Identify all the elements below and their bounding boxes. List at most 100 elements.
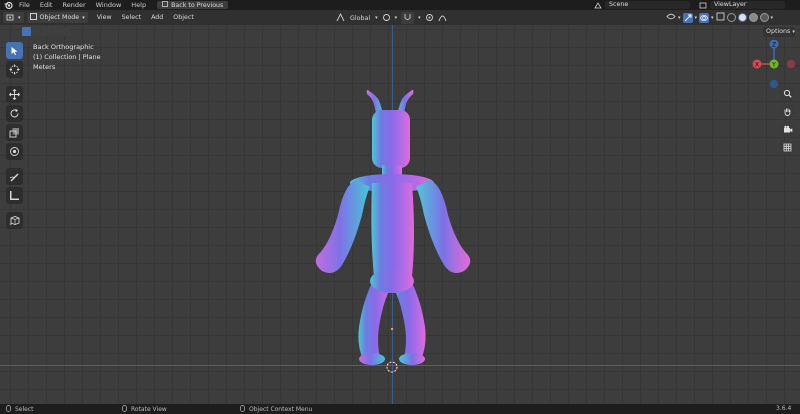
gizmo-neg-z-icon[interactable] xyxy=(769,79,779,89)
overlays-icon[interactable] xyxy=(699,12,710,23)
chevron-down-icon: ▾ xyxy=(770,14,774,21)
right-arm xyxy=(416,180,471,273)
blender-logo-icon[interactable] xyxy=(2,0,14,10)
object-origin-icon xyxy=(390,327,394,331)
menu-window[interactable]: Window xyxy=(91,0,127,10)
snap-icon[interactable] xyxy=(401,12,415,24)
hips xyxy=(370,269,414,293)
annotate-icon[interactable] xyxy=(6,168,23,185)
select-intersect-mode-icon[interactable] xyxy=(62,27,71,36)
gizmo-x-label: X xyxy=(755,61,759,68)
orientation-dropdown[interactable]: Global xyxy=(349,15,371,22)
measure-icon[interactable] xyxy=(6,187,23,204)
status-select-hint: Select xyxy=(6,405,34,414)
viewport-info-overlay: Back Orthographic (1) Collection | Plane… xyxy=(33,42,101,72)
camera-view-icon[interactable] xyxy=(780,122,795,137)
chevron-down-icon: ▾ xyxy=(711,14,714,21)
menu-file[interactable]: File xyxy=(14,0,35,10)
left-foot xyxy=(359,353,385,365)
material-preview-icon[interactable] xyxy=(748,13,758,22)
left-arm xyxy=(315,180,370,273)
units-label: Meters xyxy=(33,63,56,71)
chevron-down-icon: ▾ xyxy=(394,15,398,21)
zoom-icon[interactable] xyxy=(780,86,795,101)
chevron-down-icon: ▾ xyxy=(375,15,378,21)
tool-shelf xyxy=(6,42,23,229)
scale-icon[interactable] xyxy=(6,124,23,141)
pivot-point-icon[interactable] xyxy=(382,13,391,24)
options-dropdown[interactable]: Options ▾ xyxy=(763,27,795,37)
scene-selector: Scene xyxy=(593,0,690,10)
menu-help[interactable]: Help xyxy=(126,0,151,10)
status-bar: Select Rotate View Object Context Menu 3… xyxy=(0,404,800,414)
falloff-icon[interactable] xyxy=(438,13,447,24)
status-context-hint: Object Context Menu xyxy=(240,405,312,414)
gizmo-neg-x-icon[interactable] xyxy=(786,59,796,69)
object-mode-icon xyxy=(29,13,37,22)
mouse-left-icon xyxy=(6,405,11,414)
version-label: 3.6.4 xyxy=(776,405,792,412)
back-arrow-icon xyxy=(162,1,168,9)
editor-type-icon xyxy=(6,13,15,23)
gizmo-y-label: Y xyxy=(771,61,776,68)
neck xyxy=(382,165,402,175)
view-name: Back Orthographic xyxy=(33,43,94,51)
chevron-down-icon: ▾ xyxy=(418,15,421,21)
navigation-buttons xyxy=(780,86,795,155)
select-box-icon[interactable] xyxy=(6,42,23,59)
transform-settings-group: Global ▾ ▾ ▾ xyxy=(336,12,447,24)
view-layer-icon[interactable] xyxy=(698,1,707,9)
visibility-icon[interactable] xyxy=(666,12,676,23)
mouse-right-icon xyxy=(240,405,245,414)
object-mode-dropdown[interactable]: Object Mode ▾ xyxy=(26,12,88,23)
navigation-gizmo[interactable]: Z X Y xyxy=(750,39,798,89)
back-to-previous-button[interactable]: Back to Previous xyxy=(157,1,229,9)
right-foot xyxy=(399,353,425,365)
chevron-down-icon: ▾ xyxy=(678,14,681,21)
header-menu-add[interactable]: Add xyxy=(146,14,168,21)
select-extend-mode-icon[interactable] xyxy=(32,27,41,36)
view-layer-name-field[interactable]: ViewLayer xyxy=(710,1,785,9)
move-icon[interactable] xyxy=(6,86,23,103)
proportional-editing-icon[interactable] xyxy=(425,13,434,24)
chevron-down-icon: ▾ xyxy=(18,14,21,21)
status-rotate-label: Rotate View xyxy=(131,406,167,413)
selection-mode-group xyxy=(22,27,71,36)
cursor-icon[interactable] xyxy=(6,61,23,78)
header-menu-view[interactable]: View xyxy=(92,14,117,21)
select-subtract-mode-icon[interactable] xyxy=(42,27,51,36)
chevron-down-icon: ▾ xyxy=(694,14,698,21)
header-menu-select[interactable]: Select xyxy=(117,14,146,21)
status-rotate-hint: Rotate View xyxy=(122,405,167,414)
gizmo-z-label: Z xyxy=(772,41,776,48)
chevron-down-icon: ▾ xyxy=(792,29,795,35)
xray-icon[interactable] xyxy=(716,12,725,23)
chevron-down-icon: ▾ xyxy=(82,14,85,21)
rotate-icon[interactable] xyxy=(6,105,23,122)
head xyxy=(372,110,410,168)
menu-edit[interactable]: Edit xyxy=(35,0,58,10)
header-menu-object[interactable]: Object xyxy=(168,14,199,21)
3d-cursor-icon[interactable] xyxy=(386,361,398,373)
select-new-mode-icon[interactable] xyxy=(22,27,31,36)
options-label: Options xyxy=(766,28,791,35)
orientation-icon xyxy=(336,12,345,24)
character-mesh[interactable] xyxy=(300,85,490,375)
pan-hand-icon[interactable] xyxy=(780,104,795,119)
scene-icon[interactable] xyxy=(593,1,602,9)
mouse-middle-icon xyxy=(122,405,127,414)
gizmo-toggle-icon[interactable] xyxy=(682,12,693,23)
wireframe-shading-icon[interactable] xyxy=(726,13,736,22)
collection-info: (1) Collection | Plane xyxy=(33,53,101,61)
add-cube-icon[interactable] xyxy=(6,212,23,229)
status-select-label: Select xyxy=(15,406,34,413)
rendered-shading-icon[interactable] xyxy=(759,13,769,22)
select-invert-mode-icon[interactable] xyxy=(52,27,61,36)
menu-render[interactable]: Render xyxy=(57,0,90,10)
editor-type-button[interactable]: ▾ xyxy=(3,12,24,23)
perspective-toggle-icon[interactable] xyxy=(780,140,795,155)
transform-icon[interactable] xyxy=(6,143,23,160)
scene-name-field[interactable]: Scene xyxy=(605,1,690,9)
solid-shading-icon[interactable] xyxy=(737,13,747,22)
status-context-label: Object Context Menu xyxy=(249,406,313,413)
